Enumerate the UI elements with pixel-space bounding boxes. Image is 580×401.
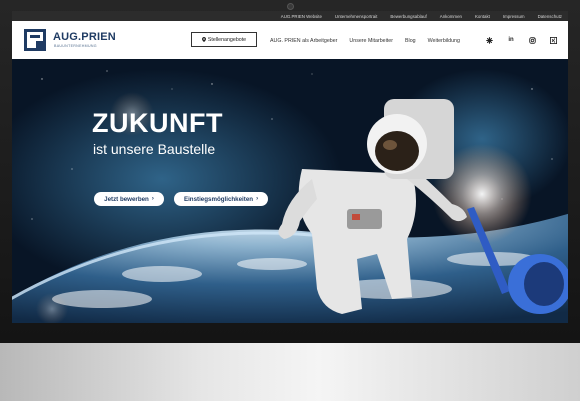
monitor-stand [0,343,580,401]
xing-icon[interactable] [548,35,558,45]
menu-item-blog[interactable]: Blog [405,38,416,44]
logo-name[interactable]: AUG.PRIEN [53,31,116,43]
hero-banner: ZUKUNFT ist unsere Baustelle Jetzt bewer… [12,59,568,323]
main-navigation: AUG.PRIEN BAUUNTERNEHMUNG Stellenangebot… [12,21,568,59]
apply-now-button[interactable]: Jetzt bewerben › [94,192,164,206]
space-astronaut-image [12,59,568,323]
kununu-icon[interactable] [484,35,494,45]
toplink-arrival[interactable]: Ankommen [440,14,462,19]
website-screen: AUG.PRIEN Website Unternehmensportrait B… [12,11,568,323]
main-menu: AUG. PRIEN als Arbeitgeber Unsere Mitarb… [270,38,472,44]
toplink-privacy[interactable]: Datenschutz [538,14,562,19]
webcam-dot [287,3,294,10]
location-pin-icon [201,37,206,42]
instagram-icon[interactable] [527,35,537,45]
hero-subtitle: ist unsere Baustelle [93,141,216,157]
menu-item-employees[interactable]: Unsere Mitarbeiter [349,38,393,44]
toplink-application[interactable]: Bewerbungsablauf [390,14,426,19]
job-offers-button[interactable]: Stellenangebote [191,32,257,47]
toplink-imprint[interactable]: Impressum [503,14,525,19]
chevron-right-icon: › [256,196,259,202]
toplink-contact[interactable]: Kontakt [475,14,490,19]
toplink-portrait[interactable]: Unternehmensportrait [335,14,377,19]
menu-item-training[interactable]: Weiterbildung [428,38,460,44]
hero-title: ZUKUNFT [92,108,223,138]
job-offers-label: Stellenangebote [207,36,247,43]
apply-now-label: Jetzt bewerben [104,195,149,203]
top-link-bar: AUG.PRIEN Website Unternehmensportrait B… [12,11,568,21]
logo-subtitle: BAUUNTERNEHMUNG [54,44,97,48]
chevron-right-icon: › [151,196,154,202]
linkedin-icon[interactable]: in [506,35,516,45]
logo-mark-icon[interactable] [24,29,46,51]
entry-options-button[interactable]: Einstiegsmöglichkeiten › [174,192,268,206]
toplink-website[interactable]: AUG.PRIEN Website [281,14,322,19]
entry-options-label: Einstiegsmöglichkeiten [183,195,254,203]
menu-item-employer[interactable]: AUG. PRIEN als Arbeitgeber [270,38,337,44]
